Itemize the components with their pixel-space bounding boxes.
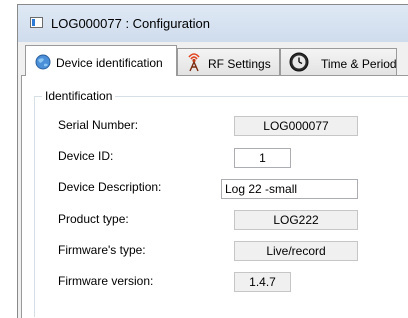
device-description-input[interactable]: Log 22 -small	[221, 179, 358, 199]
antenna-icon	[188, 53, 200, 72]
tab-device-identification[interactable]: Device identification	[25, 45, 177, 76]
device-id-label: Device ID:	[58, 149, 114, 163]
tab-label: RF Settings	[208, 57, 271, 71]
product-type-field: LOG222	[234, 210, 358, 230]
clock-icon	[289, 52, 309, 72]
device-id-input[interactable]: 1	[234, 148, 291, 168]
serial-number-field: LOG000077	[234, 116, 358, 136]
title-bar[interactable]: LOG000077 : Configuration	[18, 5, 408, 42]
device-description-label: Device Description:	[58, 180, 162, 194]
device-identification-panel: Identification Serial Number: LOG000077 …	[21, 75, 408, 318]
window-app-icon	[30, 17, 43, 28]
configuration-window: LOG000077 : Configuration Device identif…	[17, 4, 408, 318]
tab-label: Device identification	[56, 56, 163, 70]
tab-time-period[interactable]: Time & Period	[280, 48, 397, 75]
firmware-version-field: 1.4.7	[234, 272, 291, 292]
firmware-type-label: Firmware's type:	[58, 243, 146, 257]
globe-icon	[35, 54, 51, 70]
tab-rf-settings[interactable]: RF Settings	[177, 48, 280, 75]
tab-label: Time & Period	[321, 57, 397, 71]
product-type-label: Product type:	[58, 212, 129, 226]
firmware-type-field: Live/record	[234, 241, 358, 261]
window-title: LOG000077 : Configuration	[51, 16, 210, 31]
firmware-version-label: Firmware version:	[58, 274, 154, 288]
identification-group-title: Identification	[42, 89, 116, 103]
tab-strip: Device identification RF Settings Time &…	[18, 42, 408, 76]
serial-number-label: Serial Number:	[58, 118, 139, 132]
